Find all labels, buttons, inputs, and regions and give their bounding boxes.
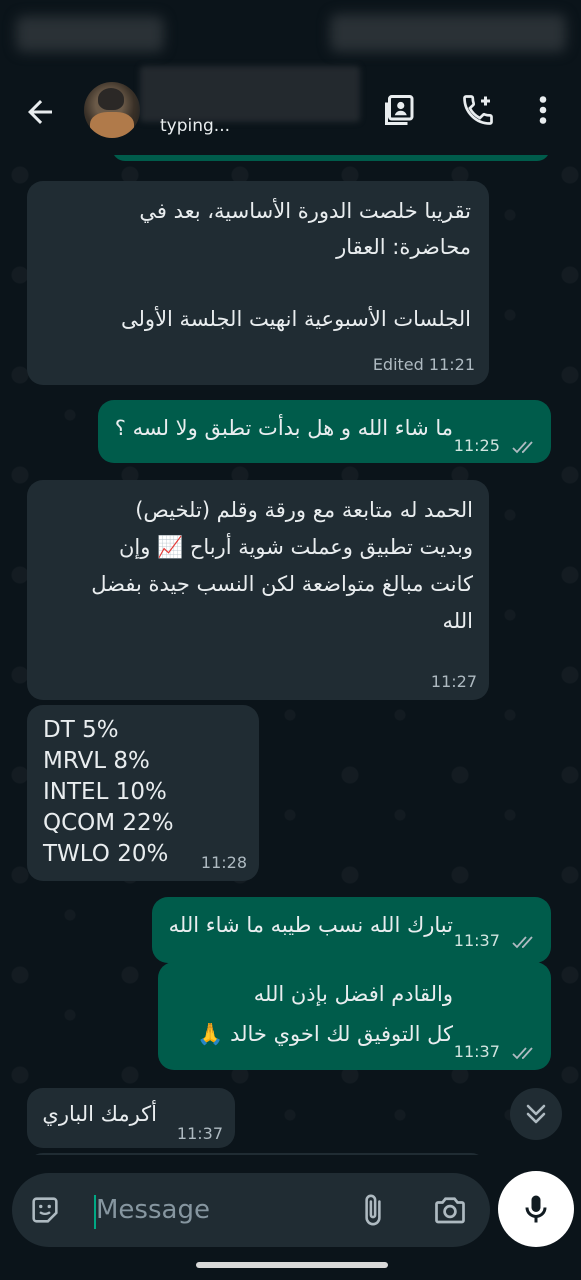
- message-text-line: الله: [442, 609, 473, 633]
- ticker-line: MRVL 8%: [43, 748, 150, 774]
- message-time: 11:28: [200, 853, 247, 872]
- message-input[interactable]: Message: [12, 1173, 490, 1247]
- message-bubble-incoming[interactable]: الحمد له متابعة مع ورقة وقلم (تلخيص) وبد…: [27, 480, 489, 700]
- message-bubble-incoming[interactable]: تقريبا خلصت الدورة الأساسية، بعد في محاض…: [27, 181, 489, 385]
- double-check-icon: [512, 935, 533, 948]
- ticker-line: INTEL 10%: [43, 779, 167, 805]
- message-bubble-outgoing[interactable]: والقادم افضل بإذن الله كل التوفيق لك اخو…: [158, 962, 551, 1070]
- message-text-line: والقادم افضل بإذن الله: [253, 982, 453, 1006]
- message-text-line: تقريبا خلصت الدورة الأساسية، بعد في: [139, 199, 471, 223]
- message-text-line: الجلسات الأسبوعية انهيت الجلسة الأولى: [121, 307, 471, 331]
- gesture-home-bar: [196, 1262, 388, 1268]
- message-text-line: الحمد له متابعة مع ورقة وقلم (تلخيص): [135, 498, 473, 522]
- attach-icon[interactable]: [356, 1192, 390, 1232]
- chat-header: typing...: [0, 66, 581, 155]
- double-check-icon: [512, 440, 533, 453]
- message-time: 11:37: [453, 931, 500, 950]
- ticker-line: TWLO 20%: [43, 841, 169, 867]
- add-call-icon[interactable]: [460, 92, 496, 128]
- more-vert-icon[interactable]: [528, 92, 558, 128]
- message-bubble-incoming[interactable]: DT 5% MRVL 8% INTEL 10% QCOM 22% TWLO 20…: [27, 705, 259, 881]
- back-arrow-icon[interactable]: [22, 94, 58, 130]
- status-bar: [0, 0, 581, 70]
- message-text-line: أكرمك الباري: [42, 1102, 157, 1126]
- scroll-to-bottom-button[interactable]: [510, 1088, 562, 1140]
- message-text-line: كل التوفيق لك اخوي خالد 🙏: [197, 1022, 453, 1046]
- edited-label: Edited: [372, 355, 424, 374]
- message-text-line: وبديت تطبيق وعملت شوية أرباح 📈 وإن: [118, 535, 473, 559]
- message-time: 11:27: [430, 672, 477, 691]
- message-text-line: تبارك الله نسب طيبه ما شاء الله: [168, 913, 453, 937]
- message-text-line: محاضرة: العقار: [336, 235, 471, 259]
- status-bar-left-blurred: [16, 16, 164, 52]
- message-text-line: ما شاء الله و هل بدأت تطبق ولا لسه ؟: [114, 416, 453, 440]
- message-time: 11:21: [428, 355, 475, 374]
- contact-card-icon[interactable]: [382, 92, 418, 128]
- camera-icon[interactable]: [432, 1192, 468, 1232]
- chat-messages[interactable]: تقريبا خلصت الدورة الأساسية، بعد في محاض…: [0, 155, 581, 1155]
- message-placeholder: Message: [96, 1195, 210, 1225]
- ticker-line: DT 5%: [43, 717, 119, 743]
- ticker-line: QCOM 22%: [43, 810, 174, 836]
- double-chevron-down-icon: [526, 1104, 546, 1124]
- avatar[interactable]: [84, 82, 140, 138]
- status-bar-right-blurred: [330, 14, 566, 52]
- double-check-icon: [512, 1046, 533, 1059]
- message-bubble-partial[interactable]: [112, 155, 550, 161]
- message-time: 11:37: [453, 1042, 500, 1061]
- message-bubble-incoming[interactable]: أكرمك الباري 11:37: [27, 1088, 235, 1148]
- voice-record-button[interactable]: [498, 1171, 574, 1247]
- message-bubble-outgoing[interactable]: ما شاء الله و هل بدأت تطبق ولا لسه ؟ 11:…: [98, 400, 551, 463]
- typing-status: typing...: [160, 116, 231, 136]
- contact-name-blurred[interactable]: [140, 66, 360, 122]
- message-time: 11:25: [453, 436, 500, 455]
- emoji-icon[interactable]: [28, 1193, 62, 1231]
- message-bubble-outgoing[interactable]: تبارك الله نسب طيبه ما شاء الله 11:37: [152, 897, 551, 963]
- message-time: 11:37: [176, 1124, 223, 1143]
- mic-icon: [525, 1195, 547, 1223]
- message-text-line: كانت مبالغ متواضعة لكن النسب جيدة بفضل: [91, 572, 473, 596]
